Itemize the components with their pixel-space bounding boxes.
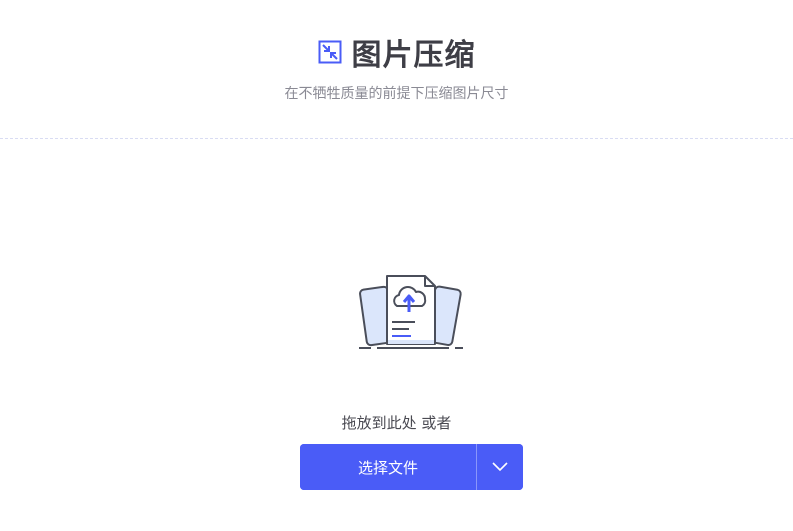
page-title: 图片压缩	[351, 38, 476, 73]
drop-hint-text: 拖放到此处 或者	[341, 414, 452, 432]
file-upload-cloud-icon	[359, 275, 463, 349]
page-header: 图片压缩 在不牺牲质量的前提下压缩图片尺寸	[0, 0, 793, 139]
compress-arrows-icon	[318, 40, 342, 64]
select-file-button-group: 选择文件	[300, 444, 523, 490]
chevron-down-icon	[492, 462, 508, 472]
upload-source-dropdown-button[interactable]	[477, 444, 523, 490]
page-subtitle: 在不牺牲质量的前提下压缩图片尺寸	[284, 86, 509, 102]
select-file-button[interactable]: 选择文件	[300, 444, 476, 490]
title-row: 图片压缩	[0, 30, 793, 74]
